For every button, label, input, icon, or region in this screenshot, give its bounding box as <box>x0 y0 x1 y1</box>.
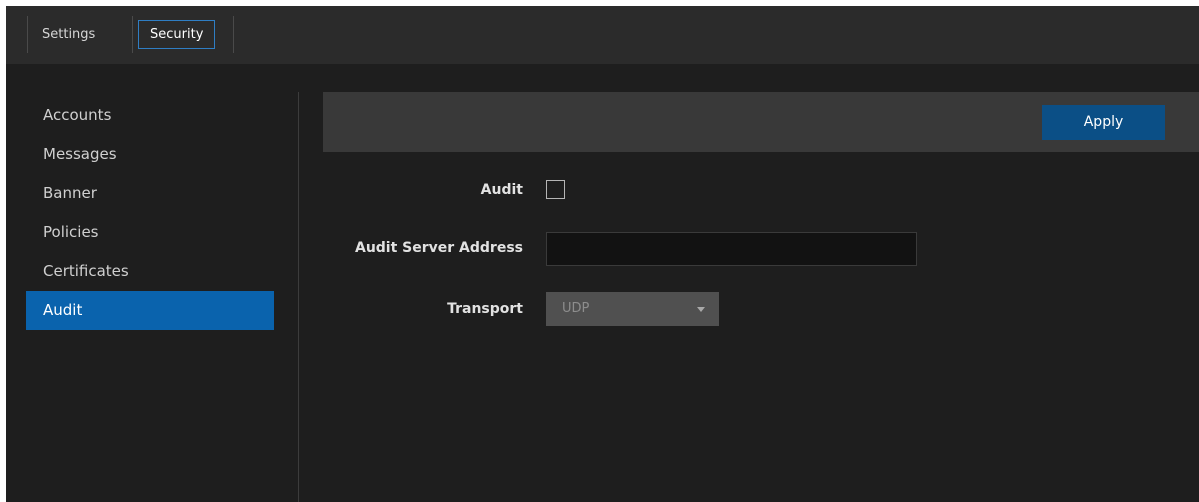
sidebar-item-certificates[interactable]: Certificates <box>26 252 274 291</box>
tab-security[interactable]: Security <box>138 20 216 49</box>
content-toolbar: Apply <box>323 92 1199 152</box>
sidebar: Accounts Messages Banner Policies Certif… <box>6 64 298 502</box>
top-tab-bar: Settings Security <box>6 6 1199 64</box>
app-window: Settings Security Accounts Messages Bann… <box>6 6 1199 502</box>
audit-server-address-input[interactable] <box>546 232 917 266</box>
transport-label: Transport <box>447 301 523 317</box>
audit-label: Audit <box>480 182 523 198</box>
apply-button[interactable]: Apply <box>1042 105 1165 140</box>
tab-settings[interactable]: Settings <box>31 20 106 49</box>
audit-checkbox[interactable] <box>546 180 565 199</box>
tab-divider <box>27 16 28 53</box>
tab-divider <box>233 16 234 53</box>
chevron-down-icon <box>697 307 705 312</box>
transport-select-value: UDP <box>562 301 590 316</box>
sidebar-divider <box>298 92 299 502</box>
tab-divider <box>132 16 133 53</box>
audit-server-address-label: Audit Server Address <box>354 240 523 256</box>
sidebar-item-messages[interactable]: Messages <box>26 135 274 174</box>
sidebar-item-accounts[interactable]: Accounts <box>26 96 274 135</box>
transport-select[interactable]: UDP <box>546 292 719 326</box>
